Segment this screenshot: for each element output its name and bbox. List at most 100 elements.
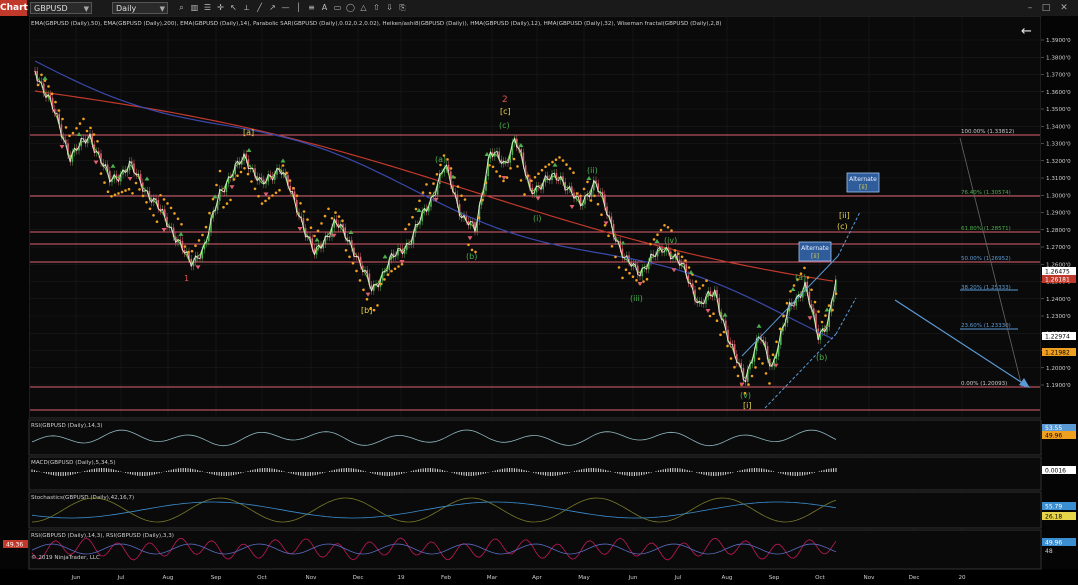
vertical-line-icon[interactable]: │ bbox=[293, 2, 304, 13]
copy-icon[interactable]: ⎘ bbox=[397, 2, 408, 13]
rsi-panel bbox=[28, 419, 1042, 456]
wave-label: (ii) bbox=[587, 166, 598, 175]
time-tick: Feb bbox=[441, 575, 451, 581]
alternate-wave: [ii] bbox=[811, 253, 819, 260]
time-tick: Jul bbox=[117, 575, 125, 581]
price-tick: 1.3400'0 bbox=[1046, 124, 1071, 130]
wave-label: (b) bbox=[466, 252, 477, 261]
price-tick: 1.3900'0 bbox=[1046, 38, 1071, 44]
wave-label: [i] bbox=[743, 401, 751, 410]
wave-label: (c) bbox=[837, 222, 848, 231]
chart-tab[interactable]: Chart bbox=[0, 0, 28, 16]
chart-area[interactable]: EMA(GBPUSD (Daily),50), EMA(GBPUSD (Dail… bbox=[0, 16, 1078, 585]
time-tick: Nov bbox=[864, 575, 876, 581]
price-tick: 1.3500'0 bbox=[1046, 107, 1071, 113]
maximize-icon[interactable]: □ bbox=[1040, 2, 1052, 14]
time-tick: Oct bbox=[815, 575, 825, 581]
fib-label-0: 0.00% (1.20093) bbox=[961, 381, 1007, 387]
back-arrow-icon[interactable]: ← bbox=[1021, 24, 1032, 39]
text-tool-icon[interactable]: A bbox=[319, 2, 330, 13]
time-tick: Sep bbox=[769, 575, 780, 581]
rsi2-value: 49.96 bbox=[1045, 540, 1062, 547]
price-tick: 1.2800'0 bbox=[1046, 228, 1071, 234]
fib-label-38: 38.20% (1.25333) bbox=[961, 285, 1011, 291]
wave-label: (i) bbox=[533, 214, 541, 223]
alternate-label: Alternate bbox=[801, 245, 829, 252]
ruler-icon[interactable]: ⟂ bbox=[241, 2, 252, 13]
copyright-label: © 2019 NinjaTrader, LLC bbox=[31, 554, 100, 561]
alternate-box: Alternate [ii] bbox=[846, 172, 880, 193]
stochastics-value-k: 55.79 bbox=[1045, 504, 1062, 511]
rsi-label: RSI(GBPUSD (Daily),14,3) bbox=[31, 423, 102, 429]
triangle-tool-icon[interactable]: △ bbox=[358, 2, 369, 13]
rsi2-mid-label: 48 bbox=[1045, 548, 1053, 555]
time-tick: Aug bbox=[722, 575, 733, 581]
alternate-label: Alternate bbox=[849, 176, 877, 183]
time-tick: May bbox=[578, 575, 590, 581]
fib-tool-icon[interactable]: ≡ bbox=[306, 2, 317, 13]
rectangle-tool-icon[interactable]: ▭ bbox=[332, 2, 343, 13]
fib-label-61: 61.80% (1.28571) bbox=[961, 226, 1011, 232]
ellipse-tool-icon[interactable]: ◯ bbox=[345, 2, 356, 13]
crosshair-icon[interactable]: ✛ bbox=[215, 2, 226, 13]
price-tick: 1.2400'0 bbox=[1046, 297, 1071, 303]
horizontal-gridlines bbox=[30, 39, 1040, 386]
magnify-icon[interactable]: ⌕ bbox=[176, 2, 187, 13]
wave-label: (c) bbox=[499, 121, 510, 130]
arrow-up-tool-icon[interactable]: ⇧ bbox=[371, 2, 382, 13]
instrument-selector[interactable]: GBPUSD ▼ bbox=[30, 2, 92, 14]
wave-label: [a] bbox=[243, 128, 254, 137]
close-icon[interactable]: ✕ bbox=[1058, 2, 1070, 14]
price-axis-bg bbox=[1041, 16, 1078, 569]
wave-label: (iv) bbox=[664, 236, 677, 245]
price-tick: 1.3700'0 bbox=[1046, 73, 1071, 79]
price-tick: 1.3200'0 bbox=[1046, 159, 1071, 165]
time-tick: Nov bbox=[306, 575, 318, 581]
wave-label: (a) bbox=[795, 273, 806, 282]
price-tick: 1.3100'0 bbox=[1046, 176, 1071, 182]
rsi2-label: RSI(GBPUSD (Daily),14,3), RSI(GBPUSD (Da… bbox=[31, 533, 174, 539]
price-tick: 1.3800'0 bbox=[1046, 55, 1071, 61]
minimize-icon[interactable]: – bbox=[1024, 2, 1036, 14]
time-tick: Jun bbox=[71, 575, 81, 581]
price-tick: 1.2000'0 bbox=[1046, 366, 1071, 372]
wave-label: [ii] bbox=[839, 211, 850, 220]
fib-label-50: 50.00% (1.26952) bbox=[961, 256, 1011, 262]
price-tag-last: 1.26475 bbox=[1045, 269, 1070, 276]
wave-label: 2 bbox=[502, 95, 508, 105]
price-tick: 1.3300'0 bbox=[1046, 142, 1071, 148]
timeframe-selector[interactable]: Daily ▼ bbox=[112, 2, 168, 14]
rsi2-panel bbox=[28, 529, 1042, 570]
ray-tool-icon[interactable]: ↗ bbox=[267, 2, 278, 13]
indicators-label: EMA(GBPUSD (Daily),50), EMA(GBPUSD (Dail… bbox=[31, 21, 721, 27]
wave-label: (iii) bbox=[630, 294, 643, 303]
price-tick: 1.3600'0 bbox=[1046, 90, 1071, 96]
fib-label-76: 76.40% (1.30574) bbox=[961, 190, 1011, 196]
wave-label: (v) bbox=[740, 391, 751, 400]
time-tick: Dec bbox=[353, 575, 364, 581]
rsi-value: 49.96 bbox=[1045, 433, 1062, 440]
time-tick: Jun bbox=[628, 575, 638, 581]
price-tick: 1.2300'0 bbox=[1046, 314, 1071, 320]
price-tick: 1.1900'0 bbox=[1046, 383, 1071, 389]
time-tick: 20 bbox=[958, 575, 966, 581]
time-tick: Apr bbox=[532, 575, 542, 581]
line-tool-icon[interactable]: ╱ bbox=[254, 2, 265, 13]
macd-value: 0.0016 bbox=[1045, 468, 1066, 475]
stochastics-value-d: 26.18 bbox=[1045, 514, 1062, 521]
pointer-icon[interactable]: ↖ bbox=[228, 2, 239, 13]
chevron-down-icon: ▼ bbox=[83, 5, 89, 13]
macd-label: MACD(GBPUSD (Daily),5,34,5) bbox=[31, 460, 116, 466]
bars-icon[interactable]: ▥ bbox=[189, 2, 200, 13]
wave-label: (a) bbox=[435, 155, 446, 164]
arrow-down-tool-icon[interactable]: ⇩ bbox=[384, 2, 395, 13]
time-tick: 19 bbox=[397, 575, 405, 581]
rsi-value-2: 53.55 bbox=[1045, 425, 1062, 432]
stochastics-panel bbox=[28, 491, 1042, 529]
properties-icon[interactable]: ☰ bbox=[202, 2, 213, 13]
price-tag-sar: 1.21982 bbox=[1045, 350, 1070, 357]
time-tick: Oct bbox=[257, 575, 267, 581]
toolbar: Chart GBPUSD ▼ Daily ▼ ⌕ ▥ ☰ ✛ ↖ ⟂ ╱ ↗ —… bbox=[0, 0, 1078, 17]
alternate-wave: [ii] bbox=[859, 184, 867, 191]
horizontal-line-icon[interactable]: — bbox=[280, 2, 291, 13]
